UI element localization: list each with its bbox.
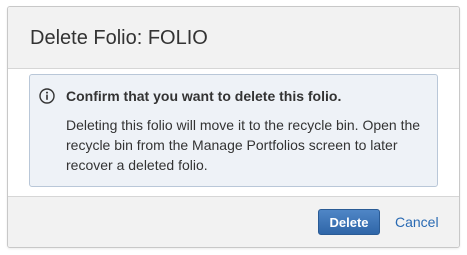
info-circle-icon (39, 88, 55, 104)
dialog-header: Delete Folio: FOLIO (8, 7, 459, 69)
info-text-line: recover a deleted folio. (66, 157, 208, 173)
info-text: Deleting this folio will move it to the … (66, 115, 436, 175)
dialog-title: Delete Folio: FOLIO (30, 27, 208, 49)
dialog-body: Confirm that you want to delete this fol… (8, 69, 459, 196)
delete-folio-dialog: Delete Folio: FOLIO Confirm that you wan… (7, 6, 460, 248)
info-text-line: Deleting this folio will move it to the … (66, 117, 421, 133)
info-message-box: Confirm that you want to delete this fol… (29, 74, 438, 187)
delete-button[interactable]: Delete (318, 209, 380, 235)
cancel-link[interactable]: Cancel (395, 209, 439, 235)
dialog-footer: Delete Cancel (8, 196, 459, 247)
info-heading: Confirm that you want to delete this fol… (66, 88, 342, 104)
info-text-line: recycle bin from the Manage Portfolios s… (66, 137, 398, 153)
